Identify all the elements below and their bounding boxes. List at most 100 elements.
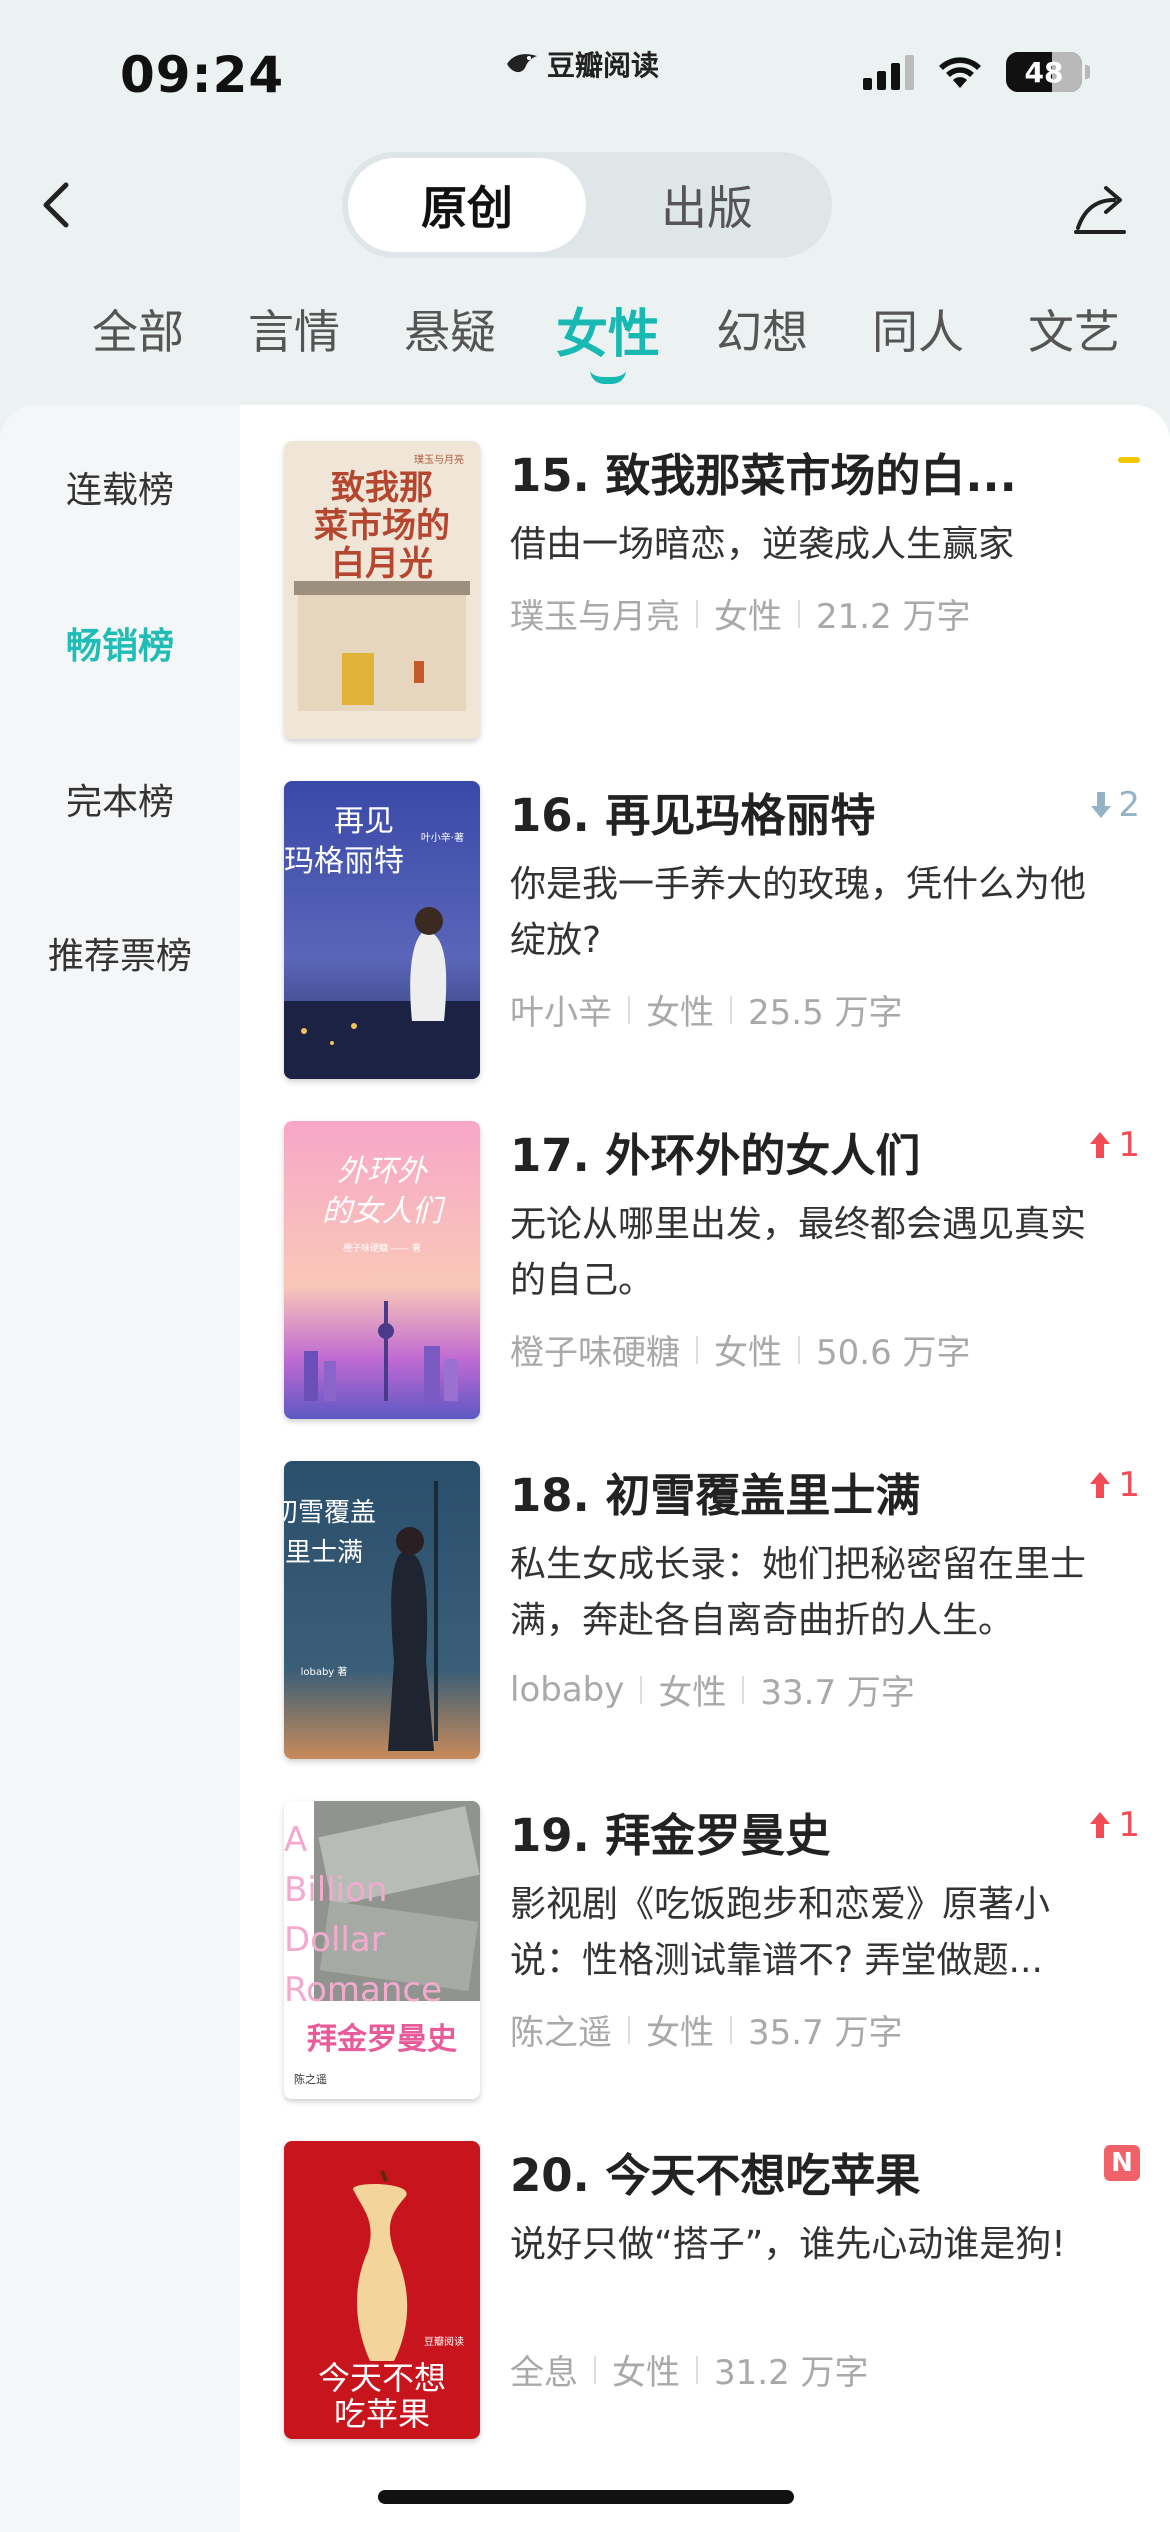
book-meta: 全息 女性 31.2 万字 bbox=[510, 2345, 869, 2394]
svg-text:玛格丽特: 玛格丽特 bbox=[284, 844, 404, 879]
rank-change-value: 1 bbox=[1118, 1465, 1140, 1505]
book-meta: 叶小辛 女性 25.5 万字 bbox=[510, 985, 903, 1034]
book-cover: 初雪覆盖 里士满 lobaby 著 bbox=[284, 1461, 480, 1759]
tab-mystery[interactable]: 悬疑 bbox=[404, 296, 496, 362]
tab-all[interactable]: 全部 bbox=[92, 296, 184, 362]
rank-change bbox=[1118, 445, 1140, 463]
status-time: 09:24 bbox=[120, 46, 285, 104]
book-description: 无论从哪里出发，最终都会遇见真实的自己。 bbox=[510, 1204, 1087, 1301]
list-item[interactable]: 豆瓣阅读 今天不想 吃苹果 20. 今天不想吃苹果 N 说好只做“搭子”，谁先心… bbox=[284, 2141, 1140, 2441]
book-meta: 璞玉与月亮 女性 21.2 万字 bbox=[510, 589, 971, 638]
book-cover: 豆瓣阅读 今天不想 吃苹果 bbox=[284, 2141, 480, 2439]
sidebar-item-completed[interactable]: 完本榜 bbox=[0, 773, 240, 825]
back-chevron-icon[interactable] bbox=[36, 180, 76, 230]
svg-text:璞玉与月亮: 璞玉与月亮 bbox=[414, 453, 464, 466]
home-indicator[interactable] bbox=[378, 2490, 794, 2504]
new-badge: N bbox=[1104, 2145, 1140, 2181]
book-genre: 女性 bbox=[714, 597, 782, 637]
tab-literary[interactable]: 文艺 bbox=[1028, 296, 1120, 362]
svg-text:豆瓣阅读: 豆瓣阅读 bbox=[424, 2335, 464, 2348]
svg-text:拜金罗曼史: 拜金罗曼史 bbox=[307, 2022, 457, 2057]
book-word-count: 21.2 万字 bbox=[816, 597, 971, 637]
book-description: 影视剧《吃饭跑步和恋爱》原著小说：性格测试靠谱不? 弄堂做题... bbox=[510, 1884, 1051, 1981]
status-bar: 09:24 豆瓣阅读 48 bbox=[0, 0, 1170, 150]
rank-same-icon bbox=[1118, 457, 1140, 463]
segment-published[interactable]: 出版 bbox=[588, 158, 826, 252]
svg-text:陈之遥: 陈之遥 bbox=[294, 2072, 327, 2086]
book-title: 18. 初雪覆盖里士满 bbox=[510, 1469, 921, 1522]
book-title: 17. 外环外的女人们 bbox=[510, 1129, 921, 1182]
book-title: 15. 致我那菜市场的白... bbox=[510, 449, 1017, 502]
book-author: 陈之遥 bbox=[510, 2013, 612, 2053]
svg-text:外环外: 外环外 bbox=[337, 1154, 429, 1189]
book-author: 橙子味硬糖 bbox=[510, 1333, 680, 1373]
rank-change: N bbox=[1104, 2145, 1140, 2181]
svg-text:致我那: 致我那 bbox=[331, 468, 433, 508]
sidebar-item-votes[interactable]: 推荐票榜 bbox=[0, 927, 240, 979]
book-genre: 女性 bbox=[646, 993, 714, 1033]
book-genre: 女性 bbox=[612, 2353, 680, 2393]
rank-change-value: 1 bbox=[1118, 1805, 1140, 1845]
list-item[interactable]: 外环外 的女人们 橙子味硬糖 —— 著 17. 外环外的女人们 1 无论从哪里出… bbox=[284, 1121, 1140, 1421]
svg-text:初雪覆盖: 初雪覆盖 bbox=[284, 1498, 376, 1528]
book-description: 借由一场暗恋，逆袭成人生赢家 bbox=[510, 524, 1015, 565]
rank-up-arrow-icon bbox=[1090, 1132, 1111, 1158]
battery-level: 48 bbox=[1024, 55, 1064, 89]
ranking-content: 连载榜 畅销榜 完本榜 推荐票榜 璞玉与月亮 致我那 菜市场的 白月光 15. … bbox=[0, 405, 1170, 2532]
wifi-icon bbox=[939, 57, 981, 88]
book-cover: A Billion Dollar Romance 拜金罗曼史 陈之遥 bbox=[284, 1801, 480, 2099]
sidebar-item-bestseller[interactable]: 畅销榜 bbox=[0, 617, 240, 669]
book-cover: 璞玉与月亮 致我那 菜市场的 白月光 bbox=[284, 441, 480, 739]
battery-icon: 48 bbox=[1006, 52, 1082, 92]
rank-down-arrow-icon bbox=[1091, 792, 1112, 818]
book-author: lobaby bbox=[510, 1669, 625, 1710]
share-icon[interactable] bbox=[1072, 176, 1128, 236]
tab-fantasy[interactable]: 幻想 bbox=[716, 296, 808, 362]
book-author: 叶小辛 bbox=[510, 993, 612, 1033]
book-title: 16. 再见玛格丽特 bbox=[510, 789, 876, 842]
book-meta: 橙子味硬糖 女性 50.6 万字 bbox=[510, 1325, 971, 1374]
svg-text:再见: 再见 bbox=[334, 804, 394, 839]
book-author: 全息 bbox=[510, 2353, 578, 2393]
book-description: 说好只做“搭子”，谁先心动谁是狗! bbox=[510, 2224, 1066, 2265]
book-author: 璞玉与月亮 bbox=[510, 597, 680, 637]
svg-text:Dollar: Dollar bbox=[284, 1920, 385, 1960]
book-word-count: 25.5 万字 bbox=[748, 993, 903, 1033]
list-item[interactable]: 初雪覆盖 里士满 lobaby 著 18. 初雪覆盖里士满 1 私生女成长录：她… bbox=[284, 1461, 1140, 1761]
source-segmented-control: 原创 出版 bbox=[342, 152, 832, 258]
svg-text:吃苹果: 吃苹果 bbox=[334, 2395, 430, 2433]
rank-change: 1 bbox=[1088, 1465, 1140, 1505]
book-meta: 陈之遥 女性 35.7 万字 bbox=[510, 2005, 903, 2054]
svg-text:A: A bbox=[284, 1820, 307, 1860]
svg-text:菜市场的: 菜市场的 bbox=[314, 506, 450, 546]
svg-text:Romance: Romance bbox=[284, 1970, 442, 2010]
segment-original[interactable]: 原创 bbox=[348, 158, 586, 252]
svg-text:白月光: 白月光 bbox=[331, 544, 433, 584]
tab-romance[interactable]: 言情 bbox=[248, 296, 340, 362]
svg-text:里士满: 里士满 bbox=[285, 1538, 363, 1568]
book-title: 20. 今天不想吃苹果 bbox=[510, 2149, 921, 2202]
category-tabs: 全部 言情 悬疑 女性 幻想 同人 文艺 bbox=[0, 296, 1170, 396]
list-item[interactable]: 璞玉与月亮 致我那 菜市场的 白月光 15. 致我那菜市场的白... 借由一场暗… bbox=[284, 441, 1140, 741]
list-item[interactable]: 再见 玛格丽特 叶小辛·著 16. 再见玛格丽特 2 你是我一手养大的玫瑰，凭什… bbox=[284, 781, 1140, 1081]
book-word-count: 33.7 万字 bbox=[760, 1673, 915, 1713]
book-title: 19. 拜金罗曼史 bbox=[510, 1809, 831, 1862]
ranking-sidebar: 连载榜 畅销榜 完本榜 推荐票榜 bbox=[0, 405, 240, 2532]
rank-change-value: 1 bbox=[1118, 1125, 1140, 1165]
sidebar-item-serial[interactable]: 连载榜 bbox=[0, 461, 240, 513]
rank-change: 1 bbox=[1088, 1125, 1140, 1165]
svg-text:lobaby 著: lobaby 著 bbox=[301, 1665, 348, 1678]
svg-text:今天不想: 今天不想 bbox=[318, 2359, 446, 2397]
tab-female[interactable]: 女性 bbox=[556, 292, 660, 367]
status-brand-label: 豆瓣阅读 bbox=[547, 49, 660, 82]
tab-fanfic[interactable]: 同人 bbox=[872, 296, 964, 362]
rank-change-value: 2 bbox=[1118, 785, 1140, 825]
book-description: 私生女成长录：她们把秘密留在里士满，奔赴各自离奇曲折的人生。 bbox=[510, 1544, 1087, 1641]
book-genre: 女性 bbox=[646, 2013, 714, 2053]
book-genre: 女性 bbox=[658, 1673, 727, 1713]
rank-change: 1 bbox=[1088, 1805, 1140, 1845]
svg-text:的女人们: 的女人们 bbox=[322, 1194, 446, 1229]
cellular-signal-icon bbox=[863, 54, 914, 90]
book-word-count: 50.6 万字 bbox=[816, 1333, 971, 1373]
list-item[interactable]: A Billion Dollar Romance 拜金罗曼史 陈之遥 19. 拜… bbox=[284, 1801, 1140, 2101]
